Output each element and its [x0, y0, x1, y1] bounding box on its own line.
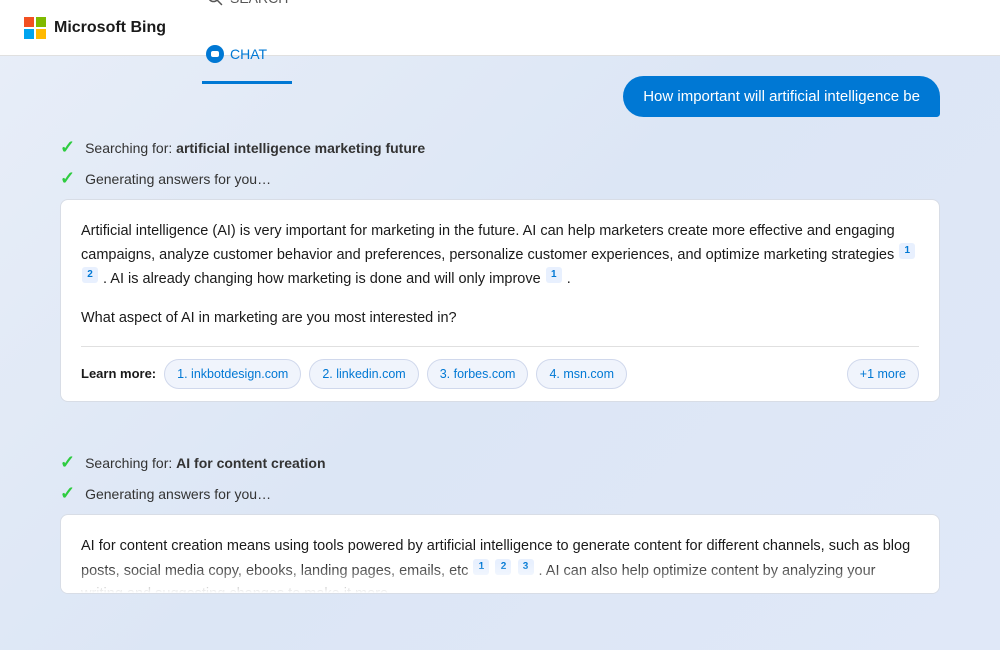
ref-2a: 1	[473, 559, 489, 575]
logo-area: Microsoft Bing	[24, 17, 166, 39]
status-text-2b: Generating answers for you…	[85, 486, 271, 502]
learn-more-link-2[interactable]: 2. linkedin.com	[309, 359, 418, 389]
status-item-2a: ✓ Searching for: AI for content creation	[60, 452, 940, 473]
checkmark-icon-2a: ✓	[60, 452, 75, 473]
checkmark-icon-1b: ✓	[60, 168, 75, 189]
ref-1a: 1	[899, 243, 915, 259]
nav-bar: SEARCH CHAT	[202, 0, 292, 84]
nav-chat-label: CHAT	[230, 46, 267, 62]
response-body-text-1: Artificial intelligence (AI) is very imp…	[81, 223, 895, 263]
response-card-1: Artificial intelligence (AI) is very imp…	[60, 199, 940, 402]
brand-name: Microsoft Bing	[54, 19, 166, 37]
main-content: How important will artificial intelligen…	[0, 56, 1000, 650]
learn-more-bar: Learn more: 1. inkbotdesign.com 2. linke…	[81, 346, 919, 401]
ref-1b: 2	[82, 267, 98, 283]
response-question-1: What aspect of AI in marketing are you m…	[81, 307, 919, 330]
learn-more-more[interactable]: +1 more	[847, 359, 919, 389]
user-message-bubble: How important will artificial intelligen…	[623, 76, 940, 117]
response-card-2: AI for content creation means using tool…	[60, 514, 940, 594]
status-item-1a: ✓ Searching for: artificial intelligence…	[60, 137, 940, 158]
user-message-row: How important will artificial intelligen…	[60, 76, 940, 117]
response-body-1: Artificial intelligence (AI) is very imp…	[81, 220, 919, 291]
section-gap	[60, 422, 940, 452]
response-body-cont-2: . AI can also help optimize content by a…	[81, 562, 875, 594]
ref-2b: 2	[495, 559, 511, 575]
status-item-2b: ✓ Generating answers for you…	[60, 483, 940, 504]
checkmark-icon-1a: ✓	[60, 137, 75, 158]
status-text-2a: Searching for: AI for content creation	[85, 455, 325, 471]
status-text-1b: Generating answers for you…	[85, 171, 271, 187]
response-body-end-1: .	[567, 271, 571, 287]
status-item-1b: ✓ Generating answers for you…	[60, 168, 940, 189]
chat-icon	[206, 45, 224, 63]
checkmark-icon-2b: ✓	[60, 483, 75, 504]
nav-item-search[interactable]: SEARCH	[202, 0, 292, 28]
search-icon	[206, 0, 224, 7]
ref-1c: 1	[546, 267, 562, 283]
learn-more-link-1[interactable]: 1. inkbotdesign.com	[164, 359, 301, 389]
microsoft-logo	[24, 17, 46, 39]
status-text-1a: Searching for: artificial intelligence m…	[85, 140, 425, 156]
header: Microsoft Bing SEARCH CHAT	[0, 0, 1000, 56]
ref-2c: 3	[518, 559, 534, 575]
nav-search-label: SEARCH	[230, 0, 288, 6]
learn-more-link-4[interactable]: 4. msn.com	[536, 359, 627, 389]
response-body-cont-1: . AI is already changing how marketing i…	[103, 271, 541, 287]
learn-more-link-3[interactable]: 3. forbes.com	[427, 359, 529, 389]
learn-more-label: Learn more:	[81, 364, 156, 385]
